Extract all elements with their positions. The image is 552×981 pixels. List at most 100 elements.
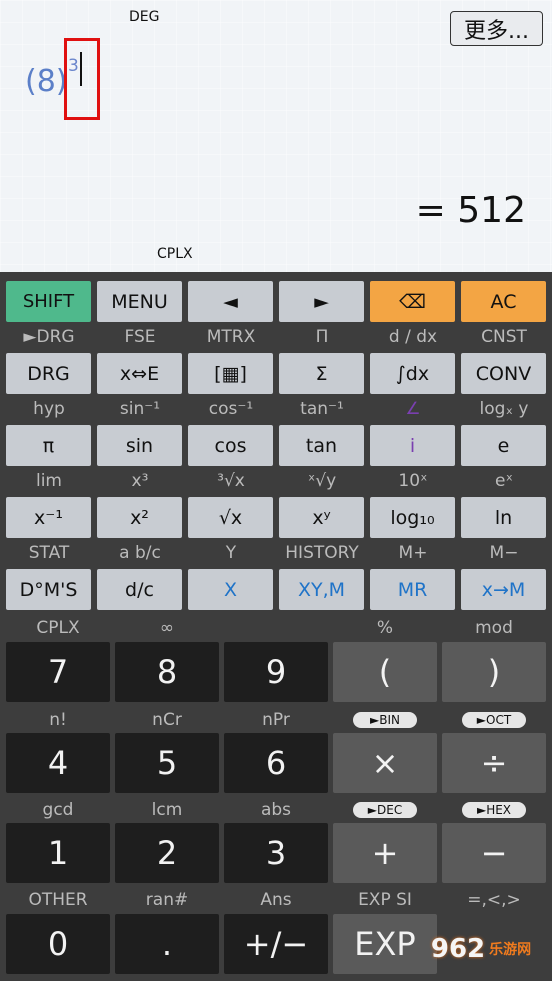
num1-key-4[interactable]: ) bbox=[442, 642, 546, 702]
num2-key-0[interactable]: 4 bbox=[6, 733, 110, 793]
labels3-label-4: 10ˣ bbox=[398, 471, 428, 491]
labels1-label-5: CNST bbox=[481, 327, 527, 347]
num3-key-3[interactable]: + bbox=[333, 823, 437, 883]
labels1-label-1: FSE bbox=[124, 327, 156, 347]
row3-key-4[interactable]: i bbox=[370, 425, 455, 466]
labels5-label-0: CPLX bbox=[36, 618, 80, 638]
labels4-label-1: a b/c bbox=[119, 543, 161, 563]
row3-key-3[interactable]: tan bbox=[279, 425, 364, 466]
watermark-logo: 962 乐游网 bbox=[415, 922, 547, 976]
keypad: SHIFT MENU ◄ ► ⌫ AC DRG x⇔E [▦] Σ ∫dx CONV π sin cos ta… bbox=[0, 272, 552, 981]
row2-key-1[interactable]: x⇔E bbox=[97, 353, 182, 394]
num1-key-1[interactable]: 8 bbox=[115, 642, 219, 702]
expression[interactable]: (8) bbox=[25, 64, 68, 99]
labels3-label-1: x³ bbox=[131, 471, 149, 491]
num3-key-2[interactable]: 3 bbox=[224, 823, 328, 883]
labels8-label-0: OTHER bbox=[28, 890, 88, 910]
labels4-label-3: HISTORY bbox=[285, 543, 359, 563]
labels1-label-0: ►DRG bbox=[23, 327, 75, 347]
complex-mode-indicator: CPLX bbox=[157, 246, 193, 262]
row1-key-2[interactable]: ◄ bbox=[188, 281, 273, 322]
labels3-label-2: ³√x bbox=[217, 471, 245, 491]
num3-key-0[interactable]: 1 bbox=[6, 823, 110, 883]
row4-key-1[interactable]: x² bbox=[97, 497, 182, 538]
labels7-label-4: ►HEX bbox=[462, 802, 526, 818]
num3-key-4[interactable]: − bbox=[442, 823, 546, 883]
num4-key-2[interactable]: +/− bbox=[224, 914, 328, 974]
row5-key-5[interactable]: x→M bbox=[461, 569, 546, 610]
labels4-label-2: Y bbox=[225, 543, 237, 563]
labels4-label-4: M+ bbox=[398, 543, 428, 563]
labels7-label-3: ►DEC bbox=[353, 802, 417, 818]
labels1-label-3: Π bbox=[315, 327, 329, 347]
labels2-label-5: logₓ y bbox=[479, 399, 529, 419]
labels4-label-0: STAT bbox=[28, 543, 70, 563]
row3-key-0[interactable]: π bbox=[6, 425, 91, 466]
row2-key-3[interactable]: Σ bbox=[279, 353, 364, 394]
labels5-label-1: ∞ bbox=[159, 618, 175, 638]
row4-key-4[interactable]: log₁₀ bbox=[370, 497, 455, 538]
num4-key-0[interactable]: 0 bbox=[6, 914, 110, 974]
labels7-label-0: gcd bbox=[42, 800, 74, 820]
num4-key-1[interactable]: . bbox=[115, 914, 219, 974]
cursor-highlight bbox=[64, 38, 100, 120]
row5-key-4[interactable]: MR bbox=[370, 569, 455, 610]
row3-key-2[interactable]: cos bbox=[188, 425, 273, 466]
row2-key-5[interactable]: CONV bbox=[461, 353, 546, 394]
labels8-label-4: =,<,> bbox=[467, 890, 521, 910]
num2-key-4[interactable]: ÷ bbox=[442, 733, 546, 793]
row4-key-3[interactable]: xʸ bbox=[279, 497, 364, 538]
watermark-text: 乐游网 bbox=[489, 942, 532, 958]
row5-key-0[interactable]: D°M'S bbox=[6, 569, 91, 610]
row2-key-2[interactable]: [▦] bbox=[188, 353, 273, 394]
row1-key-1[interactable]: MENU bbox=[97, 281, 182, 322]
num1-key-2[interactable]: 9 bbox=[224, 642, 328, 702]
row1-key-4[interactable]: ⌫ bbox=[370, 281, 455, 322]
row4-key-5[interactable]: ln bbox=[461, 497, 546, 538]
watermark-number: 962 bbox=[430, 934, 486, 964]
row4-key-0[interactable]: x⁻¹ bbox=[6, 497, 91, 538]
num3-key-1[interactable]: 2 bbox=[115, 823, 219, 883]
row1-key-5[interactable]: AC bbox=[461, 281, 546, 322]
labels8-label-2: Ans bbox=[260, 890, 292, 910]
labels6-label-1: nCr bbox=[152, 710, 182, 730]
row5-key-2[interactable]: X bbox=[188, 569, 273, 610]
angle-mode-indicator: DEG bbox=[129, 9, 160, 25]
labels4-label-5: M− bbox=[489, 543, 519, 563]
row2-key-0[interactable]: DRG bbox=[6, 353, 91, 394]
row5-key-1[interactable]: d/c bbox=[97, 569, 182, 610]
row1-key-0[interactable]: SHIFT bbox=[6, 281, 91, 322]
row1-key-3[interactable]: ► bbox=[279, 281, 364, 322]
num1-key-3[interactable]: ( bbox=[333, 642, 437, 702]
calculator-display: DEG 更多... (8) 3 = 512 CPLX bbox=[0, 0, 552, 272]
row2-key-4[interactable]: ∫dx bbox=[370, 353, 455, 394]
text-cursor bbox=[80, 52, 82, 86]
labels6-label-3: ►BIN bbox=[353, 712, 417, 728]
labels1-label-4: d / dx bbox=[388, 327, 438, 347]
more-button[interactable]: 更多... bbox=[450, 11, 543, 46]
labels7-label-2: abs bbox=[260, 800, 292, 820]
row5-key-3[interactable]: XY,M bbox=[279, 569, 364, 610]
num2-key-3[interactable]: × bbox=[333, 733, 437, 793]
row4-key-2[interactable]: √x bbox=[188, 497, 273, 538]
labels5-label-4: mod bbox=[475, 618, 513, 638]
labels2-label-1: sin⁻¹ bbox=[119, 399, 161, 419]
labels3-label-5: eˣ bbox=[494, 471, 513, 491]
row3-key-5[interactable]: e bbox=[461, 425, 546, 466]
num1-key-0[interactable]: 7 bbox=[6, 642, 110, 702]
num2-key-2[interactable]: 6 bbox=[224, 733, 328, 793]
labels1-label-2: MTRX bbox=[206, 327, 256, 347]
labels2-label-2: cos⁻¹ bbox=[208, 399, 254, 419]
labels8-label-3: EXP SI bbox=[358, 890, 412, 910]
labels2-label-4: ∠ bbox=[405, 399, 421, 419]
expression-text: (8) bbox=[25, 64, 68, 99]
labels7-label-1: lcm bbox=[151, 800, 183, 820]
row3-key-1[interactable]: sin bbox=[97, 425, 182, 466]
labels2-label-0: hyp bbox=[33, 399, 65, 419]
labels6-label-0: n! bbox=[49, 710, 67, 730]
labels6-label-2: nPr bbox=[262, 710, 290, 730]
labels3-label-3: ˣ√y bbox=[307, 471, 337, 491]
result-value: = 512 bbox=[415, 190, 526, 231]
num2-key-1[interactable]: 5 bbox=[115, 733, 219, 793]
labels2-label-3: tan⁻¹ bbox=[300, 399, 344, 419]
